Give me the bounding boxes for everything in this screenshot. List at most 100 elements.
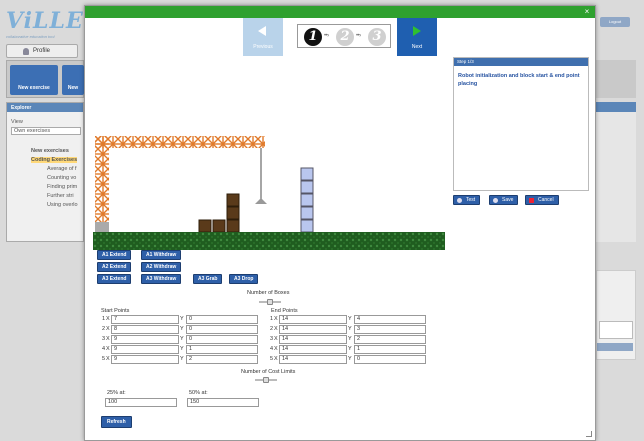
tree-item[interactable]: New exercises: [31, 148, 69, 154]
previous-button[interactable]: Previous: [243, 18, 283, 56]
end-x-input[interactable]: 14: [279, 345, 347, 354]
next-label: Next: [411, 44, 423, 50]
refresh-button[interactable]: Refresh: [101, 416, 132, 428]
save-button[interactable]: Save: [489, 195, 519, 205]
slider-handle[interactable]: [267, 299, 273, 305]
test-button[interactable]: Test: [453, 195, 481, 205]
end-y-input[interactable]: 1: [354, 345, 426, 354]
tree-item[interactable]: Further stri: [47, 193, 74, 199]
cost-limits-slider[interactable]: [255, 377, 277, 383]
target-boxes: [300, 167, 314, 233]
a3-drop-button[interactable]: A3 Drop: [229, 274, 259, 284]
step-1-indicator: 1: [304, 28, 322, 46]
tree-item[interactable]: Counting vo: [47, 175, 76, 181]
end-x-input[interactable]: 14: [279, 315, 347, 324]
dialog-titlebar[interactable]: ×: [85, 6, 595, 18]
x-label: X: [106, 336, 110, 342]
y-label: Y: [180, 336, 184, 342]
limit1-input[interactable]: 100: [105, 398, 177, 407]
x-label: X: [106, 346, 110, 352]
row-label: 3: [269, 336, 273, 342]
limit1-label: 25% at:: [107, 390, 126, 396]
background-panel: [596, 270, 636, 360]
start-y-input[interactable]: 0: [186, 335, 258, 344]
a3-grab-button[interactable]: A3 Grab: [193, 274, 223, 284]
cancel-icon: [529, 198, 534, 203]
y-label: Y: [180, 346, 184, 352]
start-points-label: Start Points: [101, 308, 130, 314]
end-points-label: End Points: [271, 308, 298, 314]
slider-handle[interactable]: [263, 377, 269, 383]
start-y-input[interactable]: 0: [186, 315, 258, 324]
crane-gripper: [255, 198, 267, 204]
a1-extend-button[interactable]: A1 Extend: [97, 250, 132, 260]
exercise-wizard-dialog: × Previous 1 ••› 2 ••› 3 Next A1 Extend …: [84, 5, 596, 441]
start-y-input[interactable]: 1: [186, 345, 258, 354]
logout-button[interactable]: Logout: [600, 17, 630, 27]
num-boxes-label: Number of Boxes: [247, 290, 290, 296]
y-label: Y: [348, 316, 352, 322]
crane-base: [95, 222, 109, 232]
background-button: [597, 343, 633, 351]
x-label: X: [106, 316, 110, 322]
start-y-input[interactable]: 2: [186, 355, 258, 364]
side-actions: Test Save Cancel: [453, 195, 589, 205]
start-x-input[interactable]: 7: [111, 315, 179, 324]
crane-arm: [95, 136, 265, 148]
logo-subtitle: collaborative education tool: [6, 34, 55, 39]
limit2-input[interactable]: 150: [187, 398, 259, 407]
background-panel: [596, 112, 636, 242]
step-indicator: 1 ••› 2 ••› 3: [297, 24, 391, 48]
y-label: Y: [180, 326, 184, 332]
cost-limits-label: Number of Cost Limits: [241, 369, 296, 375]
x-label: X: [106, 326, 110, 332]
background-panel-header: [596, 102, 636, 112]
step-info-text: Robot initialization and block start & e…: [458, 73, 580, 87]
a3-withdraw-button[interactable]: A3 Withdraw: [141, 274, 182, 284]
y-label: Y: [348, 356, 352, 362]
next-button[interactable]: Next: [397, 18, 437, 56]
start-x-input[interactable]: 8: [111, 325, 179, 334]
tree-item[interactable]: Finding prim: [47, 184, 77, 190]
view-select[interactable]: Own exercises: [11, 127, 81, 135]
a3-extend-button[interactable]: A3 Extend: [97, 274, 132, 284]
tree-item[interactable]: Using overlo: [47, 202, 78, 208]
end-y-input[interactable]: 4: [354, 315, 426, 324]
cancel-button[interactable]: Cancel: [525, 195, 559, 205]
save-label: Save: [502, 197, 514, 203]
start-x-input[interactable]: 9: [111, 335, 179, 344]
end-x-input[interactable]: 14: [279, 335, 347, 344]
start-y-input[interactable]: 0: [186, 325, 258, 334]
end-x-input[interactable]: 14: [279, 355, 347, 364]
end-y-input[interactable]: 3: [354, 325, 426, 334]
start-boxes: [198, 193, 240, 233]
tree-item[interactable]: Coding Exercises: [31, 157, 78, 163]
a1-withdraw-button[interactable]: A1 Withdraw: [141, 250, 182, 260]
close-icon[interactable]: ×: [583, 8, 591, 16]
new-button[interactable]: New: [62, 65, 84, 95]
x-label: X: [106, 356, 110, 362]
test-label: Test: [466, 197, 476, 203]
robot-world-scene: [93, 136, 445, 250]
robot-world-canvas[interactable]: [93, 64, 445, 250]
a2-withdraw-button[interactable]: A2 Withdraw: [141, 262, 182, 272]
wizard-steps: Previous 1 ••› 2 ••› 3 Next: [243, 18, 455, 58]
step-info-header: Step 1/3: [454, 58, 588, 66]
profile-tab[interactable]: Profile: [6, 44, 78, 58]
y-label: Y: [180, 316, 184, 322]
robot-controls: A1 Extend A1 Withdraw A2 Extend A2 Withd…: [93, 250, 273, 288]
num-boxes-slider[interactable]: [259, 299, 281, 305]
explorer-panel: Explorer View Own exercises New exercise…: [6, 102, 84, 242]
end-y-input[interactable]: 2: [354, 335, 426, 344]
tree-item[interactable]: Average of f: [47, 166, 77, 172]
a2-extend-button[interactable]: A2 Extend: [97, 262, 132, 272]
end-y-input[interactable]: 0: [354, 355, 426, 364]
end-x-input[interactable]: 14: [279, 325, 347, 334]
row-label: 2: [269, 326, 273, 332]
start-x-input[interactable]: 9: [111, 355, 179, 364]
arrow-left-icon: [258, 26, 266, 36]
resize-handle-icon[interactable]: [586, 431, 592, 437]
start-x-input[interactable]: 9: [111, 345, 179, 354]
y-label: Y: [348, 326, 352, 332]
new-exercise-button[interactable]: New exercise: [10, 65, 58, 95]
